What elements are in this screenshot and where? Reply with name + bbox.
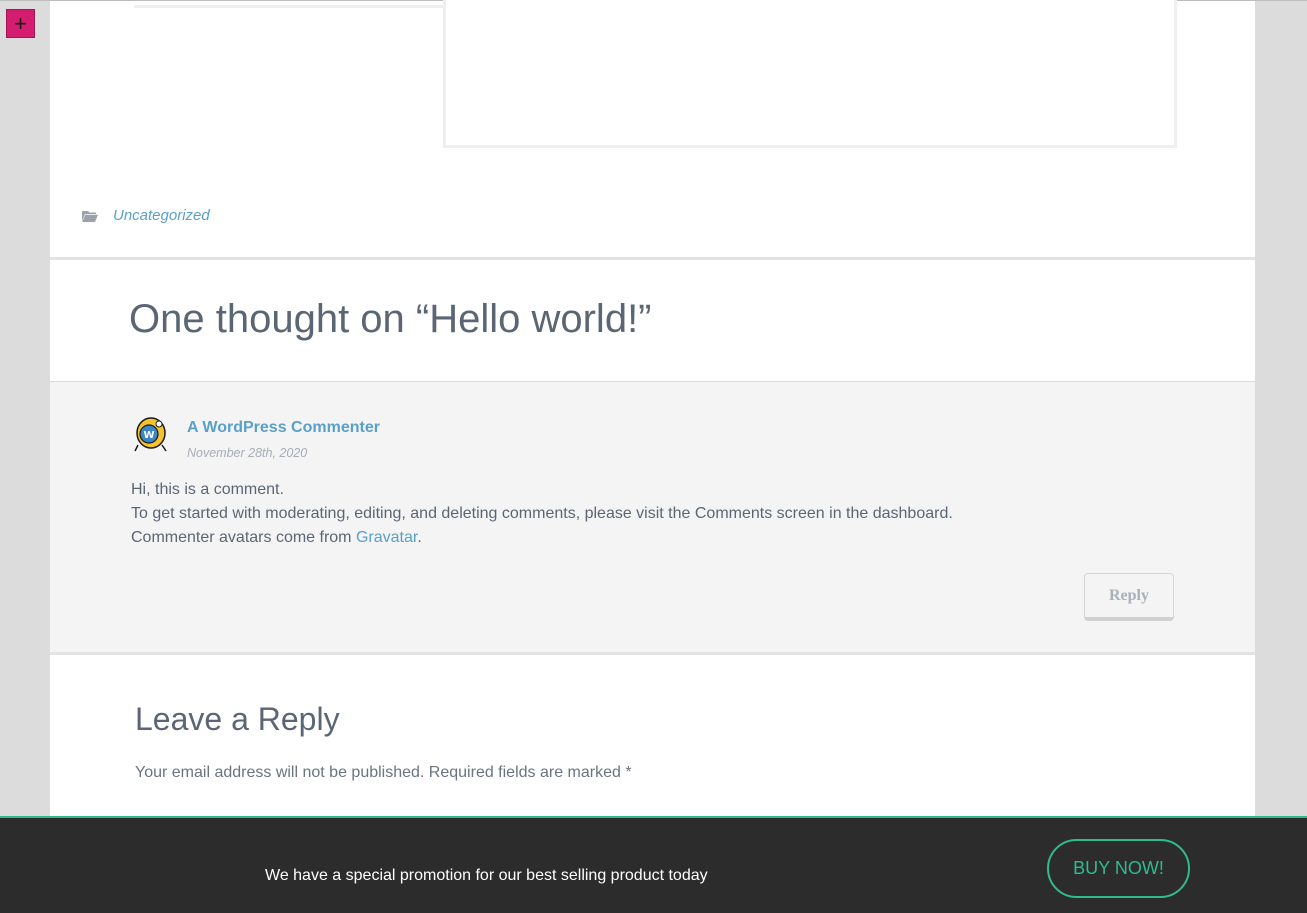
- embedded-media-frame: [443, 0, 1177, 148]
- content-fragment: [134, 1, 444, 8]
- section-divider: [50, 652, 1255, 655]
- comment-date: November 28th, 2020: [187, 446, 308, 460]
- add-block-button[interactable]: +: [6, 9, 35, 38]
- promo-bar: We have a special promotion for our best…: [0, 816, 1307, 913]
- svg-text:W: W: [143, 430, 154, 441]
- comment-line: Hi, this is a comment.: [131, 481, 284, 498]
- reply-form-title: Leave a Reply: [135, 701, 340, 737]
- comment-line: To get started with moderating, editing,…: [131, 505, 953, 522]
- reply-button[interactable]: Reply: [1084, 573, 1174, 621]
- section-divider: [50, 257, 1255, 260]
- page-content: Uncategorized One thought on “Hello worl…: [50, 0, 1255, 913]
- comment-text: .: [417, 529, 422, 546]
- comment-notes: Your email address will not be published…: [135, 764, 632, 781]
- promo-text: We have a special promotion for our best…: [265, 867, 708, 884]
- comment-item: W A WordPress Commenter November 28th, 2…: [50, 381, 1255, 654]
- category-link[interactable]: Uncategorized: [113, 207, 210, 224]
- folder-icon: [82, 210, 98, 222]
- avatar: W: [134, 417, 167, 452]
- comment-text: Commenter avatars come from: [131, 529, 356, 546]
- comment-author-link[interactable]: A WordPress Commenter: [187, 419, 380, 437]
- buy-now-button[interactable]: BUY NOW!: [1047, 839, 1190, 898]
- gravatar-link[interactable]: Gravatar: [356, 529, 417, 546]
- comment-line: Commenter avatars come from Gravatar.: [131, 526, 953, 550]
- post-categories: Uncategorized: [82, 207, 210, 224]
- comments-title: One thought on “Hello world!”: [129, 297, 652, 341]
- comment-body: Hi, this is a comment. To get started wi…: [131, 478, 953, 550]
